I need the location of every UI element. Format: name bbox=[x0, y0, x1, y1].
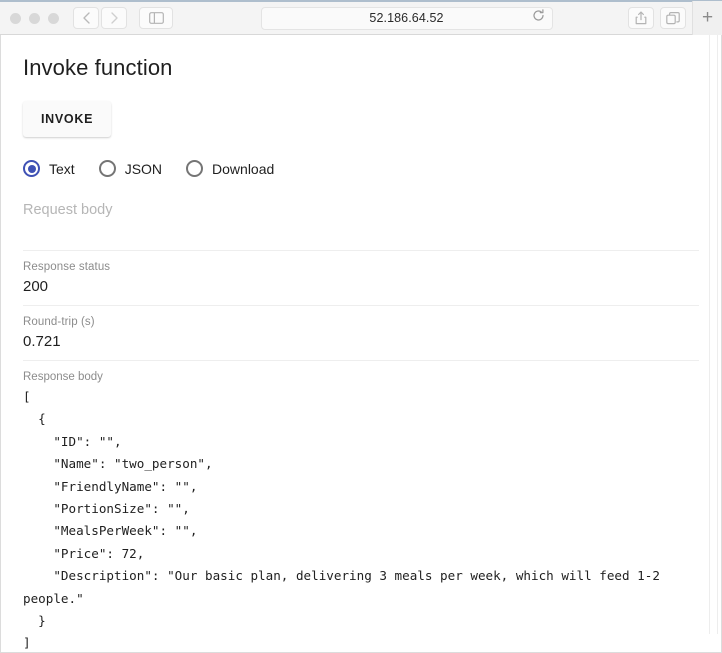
share-button[interactable] bbox=[628, 7, 654, 29]
response-body-field: Response body [ { "ID": "", "Name": "two… bbox=[23, 361, 699, 652]
radio-label-json: JSON bbox=[124, 160, 163, 177]
page-content: Invoke function INVOKE Text JSON Downloa… bbox=[0, 35, 722, 653]
maximize-window-button[interactable] bbox=[48, 12, 59, 24]
radio-label-text: Text bbox=[49, 160, 75, 177]
chevron-left-icon bbox=[82, 12, 91, 24]
radio-selected-icon bbox=[23, 160, 40, 177]
share-icon bbox=[635, 11, 647, 25]
request-body-field[interactable]: Request body bbox=[23, 177, 699, 250]
url-text: 52.186.64.52 bbox=[369, 11, 444, 25]
forward-button[interactable] bbox=[101, 7, 127, 29]
sidebar-icon bbox=[148, 12, 164, 24]
browser-window: 52.186.64.52 + Invoke function INVOKE Te… bbox=[0, 0, 722, 653]
radio-option-json[interactable]: JSON bbox=[98, 160, 163, 177]
address-bar[interactable]: 52.186.64.52 bbox=[260, 6, 553, 30]
radio-unselected-icon bbox=[186, 160, 204, 177]
round-trip-label: Round-trip (s) bbox=[23, 316, 95, 328]
radio-unselected-icon bbox=[98, 160, 116, 177]
close-window-button[interactable] bbox=[10, 12, 21, 24]
reload-icon[interactable] bbox=[532, 9, 545, 27]
tabs-icon bbox=[666, 11, 680, 25]
round-trip-field: Round-trip (s) 0.721 bbox=[23, 306, 699, 360]
round-trip-value: 0.721 bbox=[23, 333, 61, 350]
response-body-label: Response body bbox=[23, 371, 103, 383]
output-mode-radio-group: Text JSON Download bbox=[23, 137, 699, 177]
page-title: Invoke function bbox=[23, 55, 173, 80]
response-status-value: 200 bbox=[23, 278, 49, 295]
chevron-right-icon bbox=[110, 12, 119, 24]
response-body-value: [ { "ID": "", "Name": "two_person", "Fri… bbox=[23, 389, 660, 651]
request-body-placeholder: Request body bbox=[23, 202, 113, 218]
response-status-field: Response status 200 bbox=[23, 251, 699, 305]
invoke-button[interactable]: INVOKE bbox=[23, 101, 112, 137]
browser-toolbar: 52.186.64.52 + bbox=[0, 0, 722, 36]
response-status-label: Response status bbox=[23, 261, 111, 273]
minimize-window-button[interactable] bbox=[29, 12, 40, 24]
radio-option-text[interactable]: Text bbox=[23, 160, 75, 177]
tab-overview-button[interactable] bbox=[660, 7, 686, 29]
invoke-row: INVOKE bbox=[23, 81, 699, 137]
address-bar-area: 52.186.64.52 bbox=[185, 6, 628, 30]
navigation-buttons bbox=[73, 7, 127, 29]
toolbar-right-buttons bbox=[628, 7, 686, 29]
radio-option-download[interactable]: Download bbox=[186, 160, 274, 177]
back-button[interactable] bbox=[73, 7, 99, 29]
sidebar-toggle-button[interactable] bbox=[139, 7, 173, 29]
window-traffic-lights bbox=[10, 12, 59, 24]
new-tab-button[interactable]: + bbox=[692, 0, 722, 36]
radio-label-download: Download bbox=[212, 160, 275, 177]
